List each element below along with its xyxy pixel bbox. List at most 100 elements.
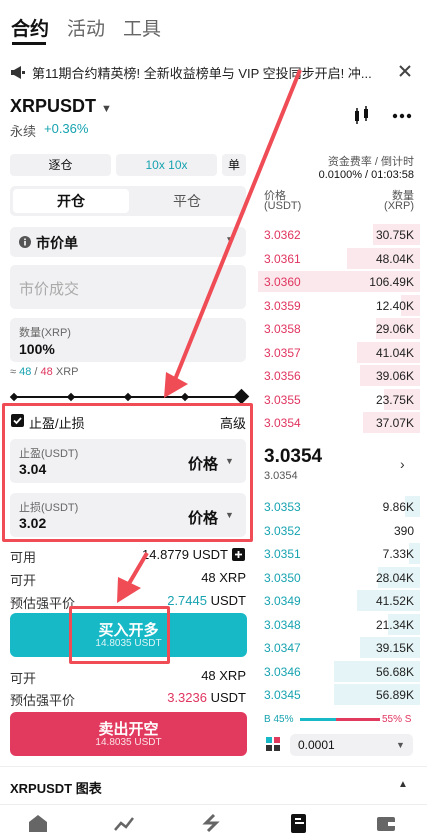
row-price: 3.0354 (264, 416, 301, 430)
sell-openable-value: 48 XRP (201, 668, 246, 683)
tab-open[interactable]: 开仓 (13, 189, 129, 213)
bid-row[interactable]: 3.0345 56.89K (258, 683, 420, 706)
funding-label: 资金费率 / 倒计时 (327, 156, 414, 168)
bid-row[interactable]: 3.0353 9.86K (258, 495, 420, 518)
row-qty: 7.33K (382, 547, 414, 561)
row-qty: 39.06K (375, 369, 414, 383)
pair-title[interactable]: XRPUSDT ▼ (10, 96, 112, 117)
row-price: 3.0351 (264, 547, 301, 561)
ask-row[interactable]: 3.0354 37.07K (258, 411, 420, 434)
sell-short-button[interactable]: 卖出开空 14.8035 USDT (10, 712, 247, 756)
slider-mark-25[interactable] (66, 392, 76, 402)
price-placeholder: 市价成交 (19, 281, 80, 298)
tab-contract[interactable]: 合约 (11, 14, 49, 41)
row-qty: 30.75K (375, 228, 414, 242)
slider-mark-50[interactable] (123, 392, 133, 402)
ask-row[interactable]: 3.0359 12.40K (258, 294, 420, 317)
open-close-toggle: 开仓 平仓 (10, 186, 246, 216)
available-label: 可用 (10, 550, 37, 565)
tab-close[interactable]: 平仓 (129, 189, 245, 213)
bid-row[interactable]: 3.0348 21.34K (258, 613, 420, 636)
row-price: 3.0345 (264, 688, 301, 702)
row-price: 3.0355 (264, 392, 301, 407)
row-price: 3.0348 (264, 617, 301, 632)
chevron-up-icon: ▲ (398, 779, 408, 790)
add-funds-icon[interactable] (232, 548, 245, 561)
bid-row[interactable]: 3.0350 28.04K (258, 566, 420, 589)
row-price: 3.0346 (264, 664, 301, 679)
buy-openable-label: 可开 (10, 573, 37, 588)
bid-row[interactable]: 3.0349 41.52K (258, 589, 420, 612)
ask-row[interactable]: 3.0362 30.75K (258, 223, 420, 246)
tab-tools[interactable]: 工具 (123, 14, 161, 41)
last-price: 3.0354 (264, 446, 323, 467)
ask-row[interactable]: 3.0361 48.04K (258, 247, 420, 270)
slider-handle[interactable] (233, 388, 250, 405)
chart-label: XRPUSDT 图表 (10, 781, 102, 796)
position-mode-button[interactable]: 单 (222, 154, 246, 176)
sell-openable-label: 可开 (10, 671, 37, 686)
announcement-banner[interactable]: 第11期合约精英榜! 全新收益榜单与 VIP 空投同步开启! 冲... (0, 57, 427, 87)
bid-row[interactable]: 3.0352 390 (258, 519, 420, 542)
price-input[interactable]: 市价成交 (10, 265, 246, 309)
ob-price-unit: (USDT) (264, 200, 302, 212)
sell-short-sub: 14.8035 USDT (95, 737, 162, 748)
more-icon[interactable] (392, 113, 412, 119)
banner-text: 第11期合约精英榜! 全新收益榜单与 VIP 空投同步开启! 冲... (32, 66, 372, 81)
row-qty: 41.52K (375, 594, 414, 608)
row-price: 3.0358 (264, 322, 301, 336)
tab-activity[interactable]: 活动 (67, 14, 105, 41)
slider-mark-75[interactable] (180, 392, 190, 402)
ask-row[interactable]: 3.0358 29.06K (258, 317, 420, 340)
price-change: +0.36% (44, 121, 89, 136)
amount-label: 数量(XRP) (19, 327, 71, 339)
megaphone-icon (11, 66, 25, 79)
buy-liq-label: 预估强平价 (10, 596, 76, 611)
row-price: 3.0353 (264, 500, 301, 514)
row-qty: 41.04K (375, 345, 414, 360)
row-qty: 28.04K (375, 570, 414, 585)
wallet-icon[interactable] (375, 812, 397, 834)
layout-icon[interactable] (266, 737, 281, 752)
chevron-down-icon: ▼ (225, 235, 235, 246)
row-qty: 23.75K (375, 392, 414, 407)
markets-icon[interactable] (113, 812, 135, 834)
chevron-down-icon: ▼ (101, 103, 112, 115)
funding-value: 0.0100% / 01:03:58 (318, 169, 414, 181)
ask-row[interactable]: 3.0356 39.06K (258, 364, 420, 387)
leverage-button[interactable]: 10x 10x (116, 154, 217, 176)
candlestick-icon[interactable] (352, 106, 372, 126)
slider-mark-0[interactable] (9, 392, 19, 402)
ask-row[interactable]: 3.0357 41.04K (258, 341, 420, 364)
row-qty: 106.49K (369, 275, 414, 289)
futures-icon[interactable] (288, 812, 310, 834)
close-icon[interactable] (398, 64, 412, 78)
buy-ratio: B 45% (264, 714, 294, 725)
bid-row[interactable]: 3.0351 7.33K (258, 542, 420, 565)
bid-row[interactable]: 3.0347 39.15K (258, 636, 420, 659)
available-value: 14.8779 USDT (142, 547, 228, 562)
row-qty: 21.34K (375, 617, 414, 632)
price-step-value: 0.0001 (298, 738, 335, 752)
row-qty: 56.89K (375, 688, 414, 702)
trade-icon[interactable] (200, 812, 222, 834)
row-price: 3.0350 (264, 570, 301, 585)
chevron-right-icon[interactable]: › (400, 456, 405, 472)
bid-row[interactable]: 3.0346 56.68K (258, 660, 420, 683)
ask-row[interactable]: 3.0355 23.75K (258, 388, 420, 411)
chart-section[interactable]: XRPUSDT 图表 ▲ (0, 766, 427, 806)
amount-value: 100% (19, 341, 55, 357)
info-icon (19, 236, 31, 248)
ask-row[interactable]: 3.0360 106.49K (258, 270, 420, 293)
chevron-down-icon: ▼ (396, 740, 405, 750)
margin-mode-button[interactable]: 逐仓 (10, 154, 111, 176)
order-type-select[interactable]: 市价单 ▼ (10, 227, 246, 257)
amount-hint: ≈ 48 / 48 XRP (10, 366, 79, 378)
active-tab-underline (12, 42, 46, 45)
row-qty: 390 (393, 523, 414, 538)
mark-price: 3.0354 (264, 470, 298, 482)
order-type-label: 市价单 (36, 235, 78, 251)
price-step-select[interactable]: 0.0001 ▼ (290, 734, 413, 756)
amount-input[interactable]: 数量(XRP) 100% (10, 318, 246, 362)
home-icon[interactable] (27, 812, 49, 834)
